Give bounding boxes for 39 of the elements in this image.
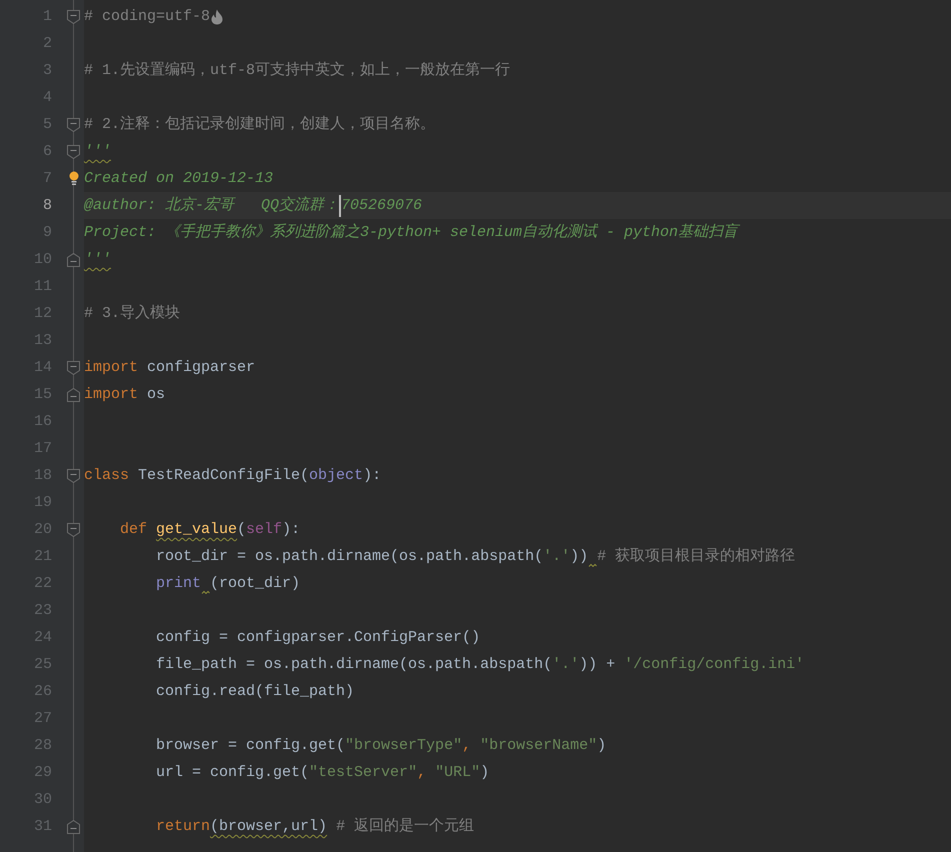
- code-text: config.read(file_path): [155, 682, 354, 702]
- code-text: (browser,url): [210, 817, 328, 837]
- fold-marker-icon[interactable]: [67, 468, 80, 482]
- line-number: 8: [42, 196, 53, 216]
- code-text: def: [119, 520, 148, 540]
- code-text: (root_dir): [210, 574, 300, 594]
- lightbulb-icon[interactable]: [69, 171, 79, 186]
- code-text: # 1.先设置编码，utf-8可支持中英文，如上，一般放在第一行: [84, 60, 510, 81]
- code-text: import configparser: [84, 358, 256, 378]
- fold-marker-icon[interactable]: [67, 388, 80, 402]
- code-text: # 返回的是一个元组: [335, 816, 474, 837]
- code-text: Project: 《手把手教你》系列进阶篇之3-python+ selenium自动化测试 - python基础扫盲: [84, 222, 738, 243]
- code-text: file_path = os.path.dirname(os.path.abspath('.')) + '/config/config.ini': [155, 655, 804, 675]
- code-text: return: [155, 817, 210, 837]
- code-text: 705269076: [341, 196, 422, 216]
- code-text: ''': [84, 142, 112, 162]
- fold-marker-icon[interactable]: [67, 820, 80, 834]
- fold-marker-icon[interactable]: [67, 118, 80, 132]
- fold-marker-icon[interactable]: [67, 10, 80, 24]
- code-text: (self):: [237, 520, 300, 540]
- code-text: url = config.get("testServer", "URL"): [155, 763, 490, 783]
- code-text: ''': [84, 250, 112, 270]
- code-text: print: [155, 574, 202, 594]
- fold-marker-icon[interactable]: [67, 144, 80, 158]
- code-text: Created on 2019-12-13: [84, 169, 274, 189]
- code-text: get_value: [156, 520, 238, 540]
- code-text: browser = config.get("browserType", "browserName"): [155, 736, 606, 756]
- code-text: config = configparser.ConfigParser(): [155, 628, 480, 648]
- code-text: class TestReadConfigFile(object):: [84, 466, 382, 486]
- code-text: # 2.注释：包括记录创建时间，创建人，项目名称。: [84, 114, 436, 135]
- code-text: root_dir = os.path.dirname(os.path.abspath('.')): [155, 547, 588, 567]
- code-text: # 获取项目根目录的相对路径: [597, 546, 796, 567]
- fold-marker-icon[interactable]: [67, 252, 80, 266]
- code-text: @author: 北京-宏哥 QQ交流群：: [84, 195, 340, 216]
- fold-marker-icon[interactable]: [67, 522, 80, 536]
- code-text: # coding=utf-8: [84, 7, 210, 27]
- code-text: # 3.导入模块: [84, 304, 180, 324]
- fold-marker-icon[interactable]: [67, 360, 80, 374]
- code-text: import os: [84, 385, 166, 405]
